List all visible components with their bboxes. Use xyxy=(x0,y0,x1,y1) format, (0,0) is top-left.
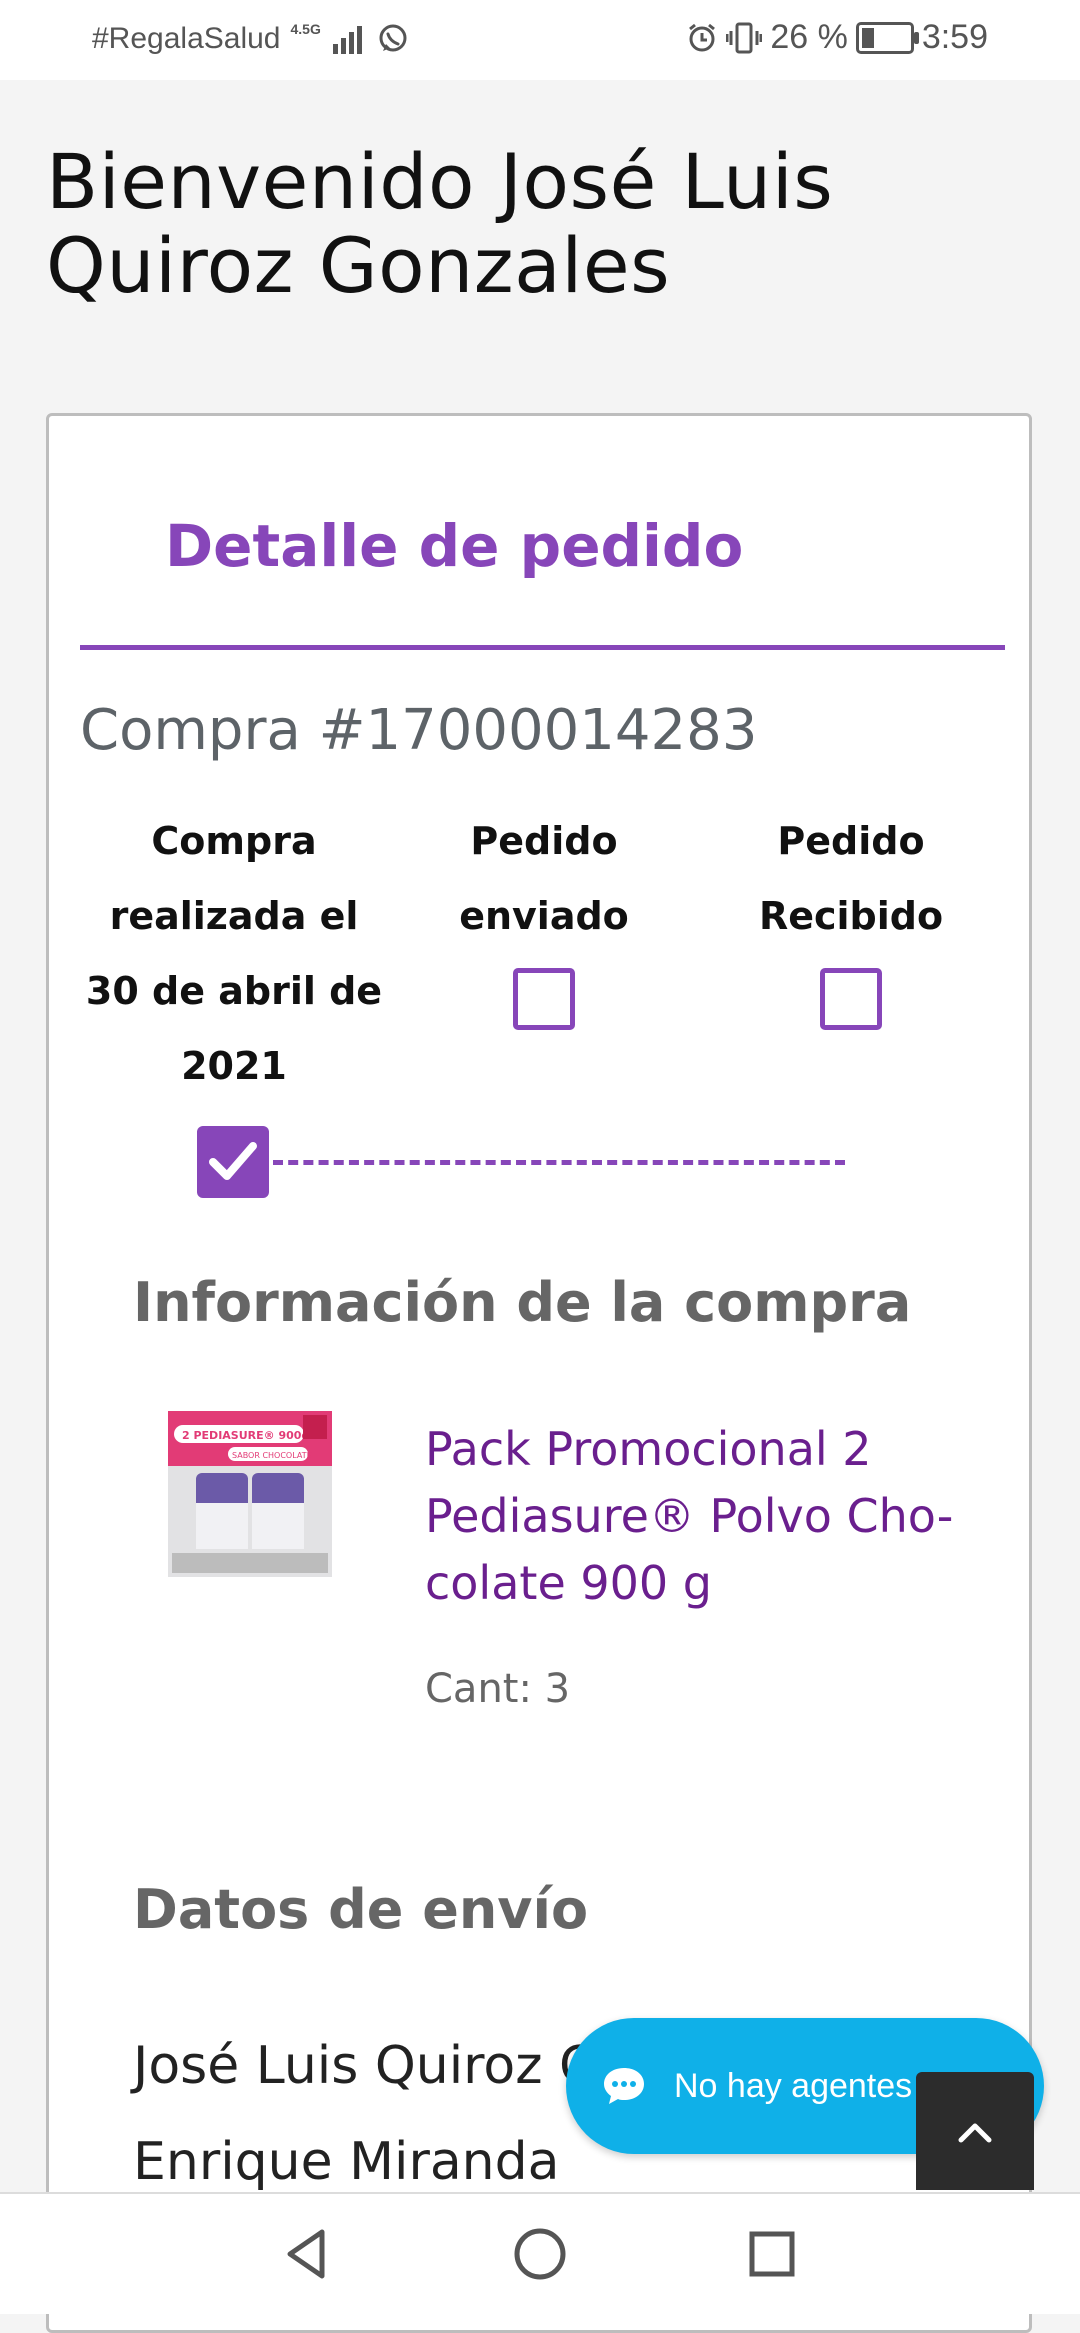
step-purchase-label: Compra realizada el 30 de abril de 2021 xyxy=(85,819,383,1088)
progress-dashed-line xyxy=(273,1160,845,1165)
chat-label: No hay agentes xyxy=(674,2066,913,2105)
battery-icon xyxy=(855,21,919,54)
step-received-label: Pedido Recibido xyxy=(758,819,944,938)
purchase-info-title: Información de la compra xyxy=(133,1271,912,1334)
product-image[interactable]: 2 PEDIASURE® 900g SABOR CHOCOLATE xyxy=(168,1411,332,1577)
status-bar: #RegalaSalud 4.5G 26 % 3:59 xyxy=(0,0,1080,80)
clock: 3:59 xyxy=(921,18,988,56)
title-divider xyxy=(80,645,1005,650)
product-name-link[interactable]: Pack Promocional 2 Pediasure® Polvo Cho-… xyxy=(425,1416,965,1617)
vibrate-icon xyxy=(726,22,763,53)
whatsapp-icon xyxy=(379,24,407,52)
step-shipped: Pedido enviado xyxy=(394,804,694,1030)
back-icon[interactable] xyxy=(276,2222,340,2286)
product-picture: 2 PEDIASURE® 900g SABOR CHOCOLATE xyxy=(168,1411,332,1577)
order-progress xyxy=(49,1126,1029,1206)
recents-icon[interactable] xyxy=(740,2222,804,2286)
step-received-checkbox xyxy=(820,968,882,1030)
chat-icon xyxy=(604,2068,644,2104)
product-quantity: Cant: 3 xyxy=(425,1666,571,1712)
shipping-title: Datos de envío xyxy=(133,1878,589,1941)
network-type: 4.5G xyxy=(290,21,321,37)
signal-icon xyxy=(332,26,362,54)
status-right: 26 % 3:59 xyxy=(686,18,988,57)
battery-percent: 26 % xyxy=(770,18,848,56)
step-purchase: Compra realizada el 30 de abril de 2021 xyxy=(84,804,384,1104)
shipping-address: Enrique Miranda xyxy=(133,2132,560,2192)
card-title: Detalle de pedido xyxy=(165,512,744,580)
step-received: Pedido Recibido xyxy=(701,804,1001,1030)
status-left: #RegalaSalud 4.5G xyxy=(92,21,409,56)
product-image-banner: 2 PEDIASURE® 900g xyxy=(182,1429,309,1442)
navigation-bar xyxy=(0,2192,1080,2314)
carrier-label: #RegalaSalud xyxy=(92,22,281,55)
welcome-title: Bienvenido José Luis Quiroz Gonzales xyxy=(46,137,834,310)
step-shipped-checkbox xyxy=(513,968,575,1030)
product-image-flavor: SABOR CHOCOLATE xyxy=(232,1451,312,1460)
scroll-to-top-button[interactable] xyxy=(916,2072,1034,2190)
home-icon[interactable] xyxy=(508,2222,572,2286)
step-shipped-label: Pedido enviado xyxy=(459,819,629,938)
checkmark-icon xyxy=(209,1142,257,1180)
alarm-icon xyxy=(689,23,716,51)
order-number: Compra #17000014283 xyxy=(80,698,758,763)
step-purchase-checkbox xyxy=(197,1126,269,1198)
chevron-up-icon xyxy=(958,2123,992,2143)
